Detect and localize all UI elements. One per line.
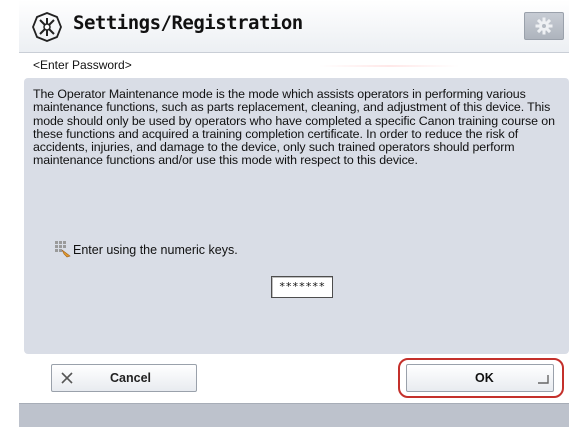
close-icon — [60, 370, 74, 389]
settings-registration-icon — [31, 11, 63, 43]
ok-button-label: OK — [475, 371, 494, 385]
maintenance-notice: The Operator Maintenance mode is the mod… — [33, 87, 555, 168]
page-title: Settings/Registration — [73, 12, 303, 34]
cancel-button[interactable]: Cancel — [51, 364, 197, 392]
password-input[interactable]: ******* — [271, 276, 333, 298]
cancel-button-label: Cancel — [110, 371, 151, 385]
subheader-divider — [319, 65, 459, 67]
numeric-keys-instruction: Enter using the numeric keys. — [73, 243, 238, 257]
title-bar: Settings/Registration — [19, 0, 569, 53]
settings-button[interactable] — [524, 12, 564, 40]
ok-button[interactable]: OK — [406, 364, 554, 392]
settings-window: Settings/Registration <Enter Password> T… — [19, 0, 569, 427]
numeric-keys-icon — [54, 240, 72, 262]
status-bar — [19, 403, 569, 427]
subheader-label: <Enter Password> — [33, 58, 132, 72]
content-panel: The Operator Maintenance mode is the mod… — [24, 78, 569, 354]
corner-grip-icon — [537, 369, 549, 388]
subheader: <Enter Password> — [19, 53, 569, 77]
